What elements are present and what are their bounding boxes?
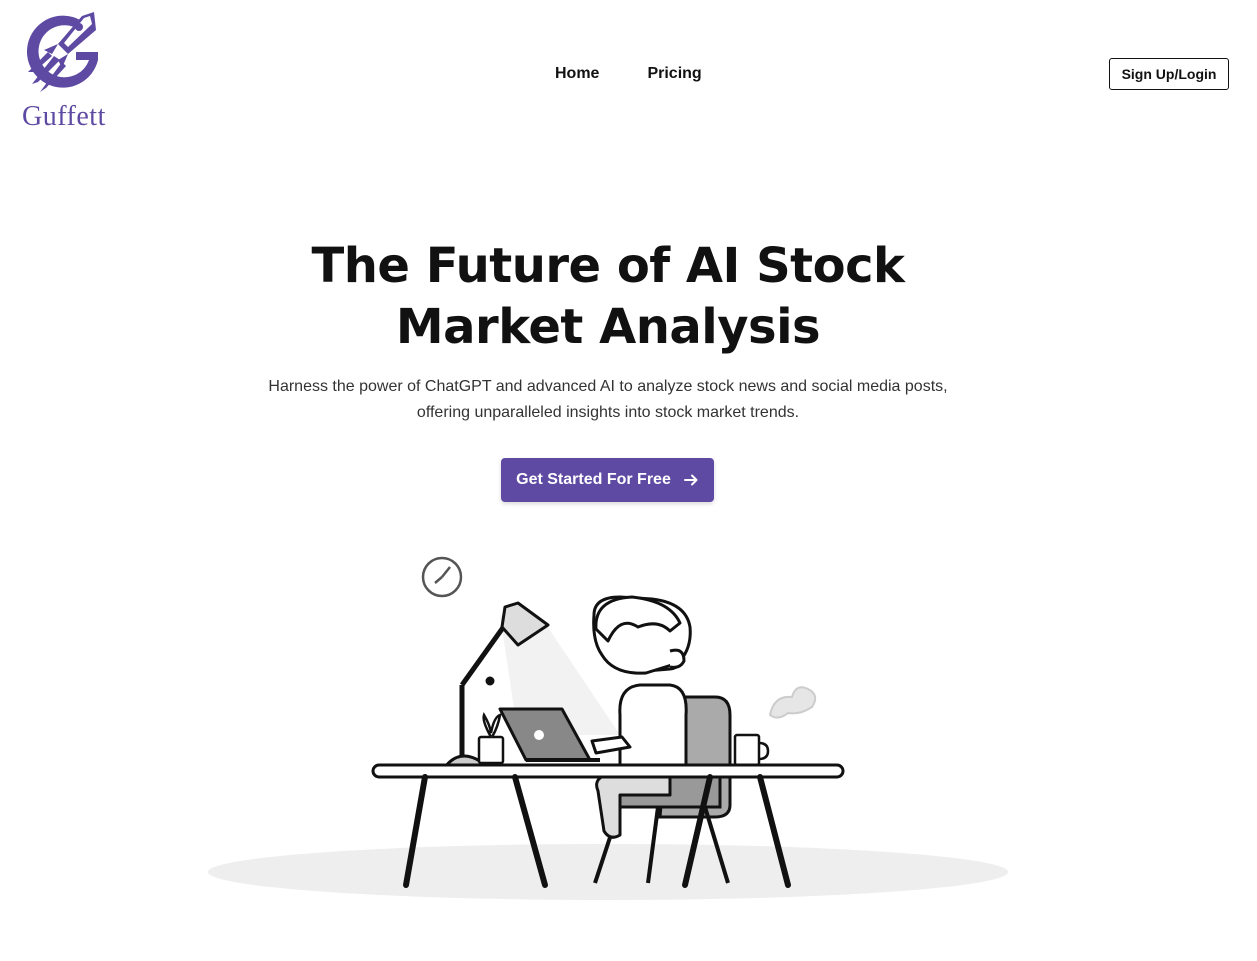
coffee-mug-icon (733, 733, 770, 767)
main-nav: Home Pricing (555, 63, 702, 85)
wall-clock-icon (421, 556, 463, 598)
potted-plant-icon (477, 712, 505, 765)
arrow-right-icon (683, 474, 698, 486)
rocket-g-logo-icon (26, 12, 98, 92)
hero-title: The Future of AI Stock Market Analysis (311, 238, 905, 355)
brand-logo[interactable]: Guffett (20, 10, 112, 132)
get-started-label: Get Started For Free (516, 471, 671, 488)
steam-icon (768, 686, 817, 719)
nav-pricing-link[interactable]: Pricing (647, 63, 701, 85)
floor-shadow (208, 844, 1008, 900)
hero-subtitle: Harness the power of ChatGPT and advance… (268, 378, 948, 421)
brand-name: Guffett (22, 101, 106, 132)
person-working-at-desk-illustration (208, 556, 1008, 900)
signup-login-button[interactable]: Sign Up/Login (1109, 58, 1229, 90)
get-started-button[interactable]: Get Started For Free (501, 458, 714, 502)
nav-home-link[interactable]: Home (555, 63, 599, 85)
